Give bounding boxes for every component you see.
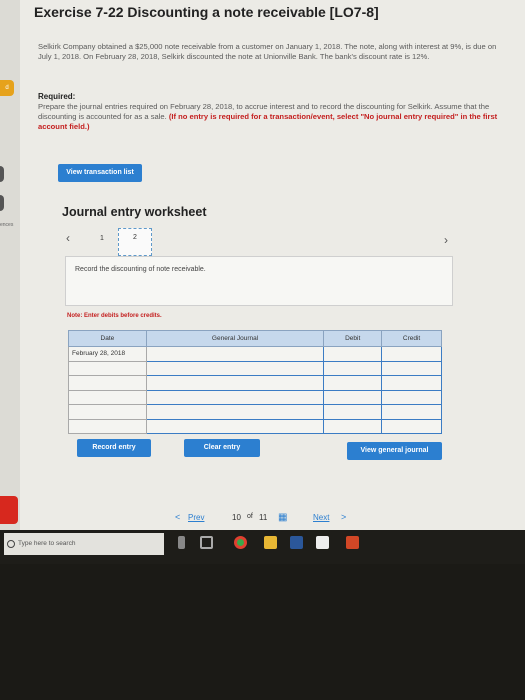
credit-input[interactable] bbox=[381, 360, 442, 376]
table-row bbox=[68, 375, 442, 391]
sticky-icon[interactable] bbox=[316, 536, 329, 549]
side-tab-marker bbox=[0, 166, 4, 182]
page-of: of bbox=[247, 513, 253, 520]
date-cell bbox=[68, 389, 147, 405]
record-entry-button[interactable]: Record entry bbox=[77, 439, 151, 457]
chevron-right-icon[interactable]: › bbox=[444, 233, 448, 247]
debit-input[interactable] bbox=[323, 375, 383, 391]
task-view-icon[interactable] bbox=[200, 536, 213, 549]
browser-viewport: d ences Exercise 7-22 Discounting a note… bbox=[0, 0, 525, 530]
clear-entry-button[interactable]: Clear entry bbox=[184, 439, 260, 457]
page-2-current[interactable]: 2 bbox=[118, 228, 152, 256]
side-tab-label: ences bbox=[0, 222, 14, 228]
account-select[interactable] bbox=[145, 404, 325, 420]
file-explorer-icon[interactable] bbox=[264, 536, 277, 549]
worksheet-nav: ‹ 1 2 › bbox=[62, 228, 462, 256]
view-transaction-list-button[interactable]: View transaction list bbox=[58, 164, 142, 182]
account-select[interactable] bbox=[145, 346, 325, 362]
required-heading: Required: bbox=[38, 92, 76, 101]
chevron-left-icon[interactable]: ‹ bbox=[66, 231, 70, 245]
mcgraw-hill-logo bbox=[0, 496, 18, 524]
required-body: Prepare the journal entries required on … bbox=[38, 102, 508, 132]
debit-input[interactable] bbox=[323, 346, 383, 362]
table-row bbox=[68, 418, 442, 434]
col-debit: Debit bbox=[323, 330, 383, 347]
col-date: Date bbox=[68, 330, 147, 347]
prev-link[interactable]: Prev bbox=[188, 513, 204, 522]
entry-description: Record the discounting of note receivabl… bbox=[75, 266, 206, 273]
table-row: February 28, 2018 bbox=[68, 346, 442, 362]
date-cell bbox=[68, 418, 147, 434]
next-link[interactable]: Next bbox=[313, 513, 329, 522]
search-circle-icon bbox=[7, 540, 15, 548]
left-panel: d ences bbox=[0, 0, 20, 530]
microphone-icon[interactable] bbox=[178, 536, 185, 549]
windows-taskbar: Type here to search bbox=[0, 530, 525, 564]
account-select[interactable] bbox=[145, 389, 325, 405]
pagination: < Prev 10 of 11 ▦ Next > bbox=[170, 512, 370, 526]
chrome-icon[interactable] bbox=[234, 536, 247, 549]
taskbar-search[interactable]: Type here to search bbox=[4, 533, 164, 555]
taskbar-search-placeholder: Type here to search bbox=[18, 540, 76, 547]
view-general-journal-button[interactable]: View general journal bbox=[347, 442, 442, 460]
word-icon[interactable] bbox=[290, 536, 303, 549]
account-select[interactable] bbox=[145, 375, 325, 391]
debit-input[interactable] bbox=[323, 404, 383, 420]
date-cell bbox=[68, 375, 147, 391]
debit-input[interactable] bbox=[323, 418, 383, 434]
page-1-link[interactable]: 1 bbox=[100, 235, 104, 242]
table-row bbox=[68, 360, 442, 376]
side-tab-marker-2 bbox=[0, 195, 4, 211]
prev-chevron-icon[interactable]: < bbox=[175, 512, 180, 522]
total-pages: 11 bbox=[259, 513, 268, 522]
debits-note: Note: Enter debits before credits. bbox=[67, 313, 162, 319]
account-select[interactable] bbox=[145, 360, 325, 376]
debit-input[interactable] bbox=[323, 360, 383, 376]
date-cell bbox=[68, 404, 147, 420]
worksheet-title: Journal entry worksheet bbox=[62, 205, 207, 219]
col-general-journal: General Journal bbox=[145, 330, 325, 347]
credit-input[interactable] bbox=[381, 389, 442, 405]
credit-input[interactable] bbox=[381, 418, 442, 434]
page-2-label: 2 bbox=[133, 234, 137, 241]
credit-input[interactable] bbox=[381, 404, 442, 420]
entry-description-box: Record the discounting of note receivabl… bbox=[65, 256, 453, 306]
date-cell bbox=[68, 360, 147, 376]
grid-icon[interactable]: ▦ bbox=[278, 512, 287, 523]
problem-statement: Selkirk Company obtained a $25,000 note … bbox=[38, 42, 497, 61]
exercise-title: Exercise 7-22 Discounting a note receiva… bbox=[34, 4, 379, 20]
credit-input[interactable] bbox=[381, 346, 442, 362]
credit-input[interactable] bbox=[381, 375, 442, 391]
table-row bbox=[68, 404, 442, 420]
next-chevron-icon[interactable]: > bbox=[341, 512, 346, 522]
account-select[interactable] bbox=[145, 418, 325, 434]
date-cell[interactable]: February 28, 2018 bbox=[68, 346, 147, 362]
side-tab-orange[interactable]: d bbox=[0, 80, 14, 96]
table-row bbox=[68, 389, 442, 405]
powerpoint-icon[interactable] bbox=[346, 536, 359, 549]
current-page: 10 bbox=[232, 513, 241, 522]
journal-table: Date General Journal Debit Credit Februa… bbox=[68, 330, 442, 434]
debit-input[interactable] bbox=[323, 389, 383, 405]
col-credit: Credit bbox=[381, 330, 442, 347]
